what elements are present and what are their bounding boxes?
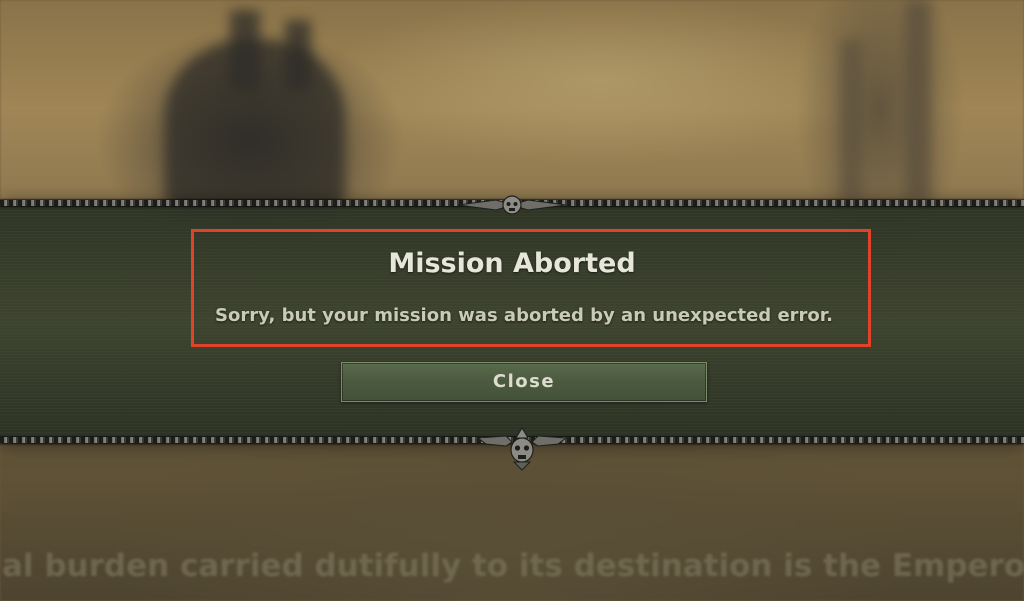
dialog-message: Sorry, but your mission was aborted by a… <box>215 305 833 326</box>
close-button[interactable]: Close <box>341 362 707 402</box>
background-subtitle: al burden carried dutifully to its desti… <box>2 548 1024 584</box>
winged-skull-icon <box>476 427 568 471</box>
dialog-title: Mission Aborted <box>388 248 636 279</box>
winged-skull-icon <box>457 195 567 215</box>
blurred-spike <box>230 10 260 90</box>
blurred-spike <box>285 20 311 90</box>
blurred-tower <box>840 40 862 200</box>
blurred-tower <box>905 0 931 200</box>
highlight-box <box>191 229 871 347</box>
